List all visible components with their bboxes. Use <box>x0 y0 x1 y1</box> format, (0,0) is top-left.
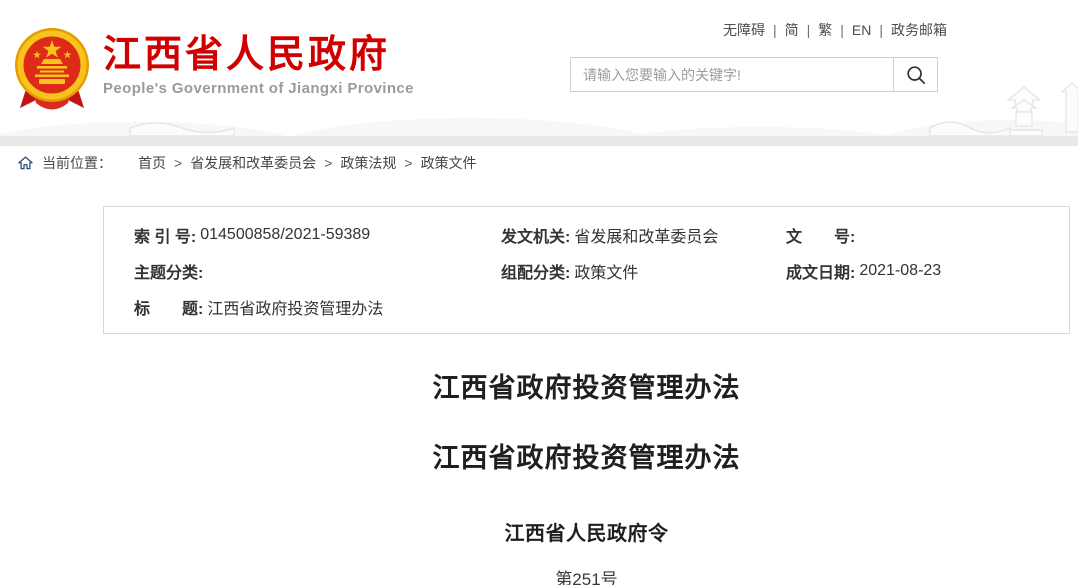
field-topic-category: 主题分类: <box>134 253 501 289</box>
doc-info-table: 索 引 号: 014500858/2021-59389 发文机关: 省发展和改革… <box>103 206 1070 334</box>
breadcrumb: 当前位置： 首页 > 省发展和改革委员会 > 政策法规 > 政策文件 <box>0 146 1078 179</box>
link-accessibility[interactable]: 无障碍 <box>723 22 765 38</box>
link-separator: | <box>807 22 811 38</box>
field-value: 江西省政府投资管理办法 <box>207 295 383 319</box>
field-label: 主题分类: <box>134 259 203 283</box>
breadcrumb-item-ndrc[interactable]: 省发展和改革委员会 <box>190 153 316 173</box>
search-icon <box>906 65 926 85</box>
field-label: 索 引 号: <box>134 223 196 247</box>
field-label: 发文机关: <box>501 223 570 247</box>
breadcrumb-item-home[interactable]: 首页 <box>138 153 166 173</box>
breadcrumb-separator: > <box>404 155 412 171</box>
document-title: 江西省政府投资管理办法 <box>103 373 1070 403</box>
link-english[interactable]: EN <box>852 22 871 38</box>
breadcrumb-item-policy-laws[interactable]: 政策法规 <box>340 153 396 173</box>
top-utility-links: 无障碍 | 简 | 繁 | EN | 政务邮箱 <box>723 20 947 40</box>
field-value: 政策文件 <box>574 259 638 283</box>
home-icon <box>18 156 33 170</box>
field-issuing-agency: 发文机关: 省发展和改革委员会 <box>501 217 786 253</box>
field-label: 组配分类: <box>501 259 570 283</box>
link-traditional[interactable]: 繁 <box>818 22 832 38</box>
field-document-title: 标 题: 江西省政府投资管理办法 <box>134 289 1069 325</box>
field-value: 省发展和改革委员会 <box>574 223 718 247</box>
field-label: 文 号: <box>786 223 855 247</box>
site-title: 江西省人民政府 <box>103 34 414 76</box>
field-label: 成文日期: <box>786 259 855 283</box>
breadcrumb-separator: > <box>174 155 182 171</box>
breadcrumb-location-label: 当前位置： <box>42 153 112 173</box>
document-body: 江西省政府投资管理办法 江西省政府投资管理办法 江西省人民政府令 第251号 <box>103 373 1070 585</box>
link-separator: | <box>879 22 883 38</box>
field-value: 014500858/2021-59389 <box>200 226 370 244</box>
field-document-number: 文 号: <box>786 217 1069 253</box>
header-divider <box>0 136 1078 146</box>
field-index-number: 索 引 号: 014500858/2021-59389 <box>134 217 501 253</box>
search-button[interactable] <box>893 58 937 91</box>
field-group-category: 组配分类: 政策文件 <box>501 253 786 289</box>
government-order-number: 第251号 <box>103 570 1070 585</box>
field-value: 2021-08-23 <box>859 262 941 280</box>
link-separator: | <box>840 22 844 38</box>
link-separator: | <box>773 22 777 38</box>
search-input[interactable] <box>571 58 893 91</box>
site-brand: 江西省人民政府 People's Government of Jiangxi P… <box>13 26 414 112</box>
breadcrumb-separator: > <box>324 155 332 171</box>
link-simplified[interactable]: 简 <box>785 22 799 38</box>
document-title-repeat: 江西省政府投资管理办法 <box>103 443 1070 473</box>
field-label: 标 题: <box>134 295 203 319</box>
search-bar <box>570 57 938 92</box>
national-emblem-icon <box>13 26 91 112</box>
breadcrumb-item-policy-docs[interactable]: 政策文件 <box>421 153 477 173</box>
link-gov-mail[interactable]: 政务邮箱 <box>891 22 947 38</box>
page: 江西省人民政府 People's Government of Jiangxi P… <box>0 0 1078 585</box>
government-order-caption: 江西省人民政府令 <box>103 523 1070 545</box>
main-content: 索 引 号: 014500858/2021-59389 发文机关: 省发展和改革… <box>103 206 1070 585</box>
brand-text: 江西省人民政府 People's Government of Jiangxi P… <box>103 26 414 97</box>
field-issue-date: 成文日期: 2021-08-23 <box>786 253 1069 289</box>
site-subtitle: People's Government of Jiangxi Province <box>103 80 414 97</box>
site-header: 江西省人民政府 People's Government of Jiangxi P… <box>0 0 1078 136</box>
